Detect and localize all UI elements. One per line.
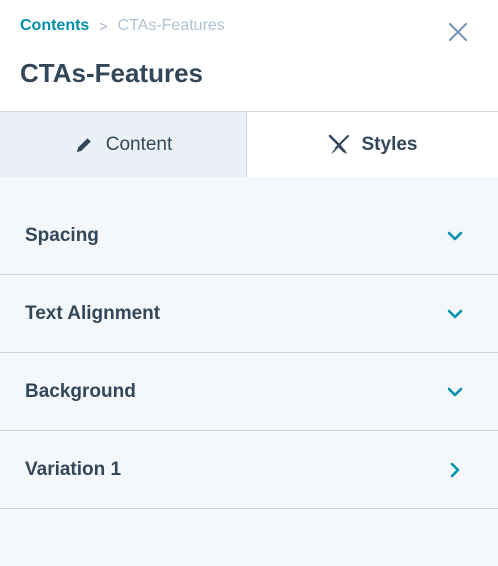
section-background[interactable]: Background — [0, 353, 498, 431]
section-label: Text Alignment — [25, 302, 161, 324]
tab-styles-label: Styles — [361, 133, 418, 155]
tab-bar: Content Styles — [0, 112, 498, 177]
chevron-right-icon — [450, 462, 460, 477]
chevron-down-icon — [447, 309, 463, 318]
section-spacing[interactable]: Spacing — [0, 198, 498, 275]
pencil-icon — [76, 137, 91, 152]
breadcrumb-contents-link[interactable]: Contents — [20, 17, 89, 35]
section-label: Spacing — [25, 225, 99, 246]
paintbrush-icon — [328, 134, 349, 154]
style-sections: Spacing Text Alignment Background Variat… — [0, 198, 498, 509]
section-text-alignment[interactable]: Text Alignment — [0, 275, 498, 353]
breadcrumb-separator: > — [99, 18, 108, 34]
chevron-down-icon — [447, 387, 463, 396]
section-variation-1[interactable]: Variation 1 — [0, 431, 498, 509]
page-title: CTAs-Features — [20, 58, 204, 88]
section-label: Background — [25, 380, 136, 402]
section-label: Variation 1 — [25, 458, 122, 480]
breadcrumb-current: CTAs-Features — [117, 17, 225, 34]
close-icon — [448, 22, 468, 42]
tab-content-label: Content — [105, 133, 173, 155]
breadcrumb: Contents > CTAs-Features — [20, 17, 225, 35]
panel-header: Contents > CTAs-Features CTAs-Features — [0, 0, 498, 112]
chevron-down-icon — [447, 231, 463, 241]
tab-content[interactable]: Content — [0, 112, 247, 177]
tab-styles[interactable]: Styles — [247, 112, 498, 177]
close-button[interactable] — [446, 20, 470, 44]
